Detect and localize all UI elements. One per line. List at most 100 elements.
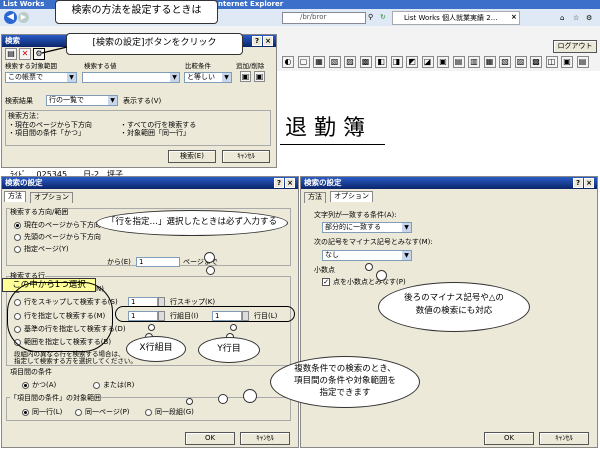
settings-right-cancel-button[interactable]: ｷｬﾝｾﾙ [539, 432, 589, 445]
close-icon[interactable]: × [285, 178, 295, 188]
callout-dot [148, 324, 155, 331]
toolbar-tool-icon[interactable]: ◨ [390, 56, 403, 68]
help-icon[interactable]: ? [573, 178, 583, 188]
toolbar-tool-icon[interactable]: ▣ [437, 56, 449, 68]
toolbar-tool-icon[interactable]: ◫ [545, 56, 558, 68]
toolbar-tool-icon[interactable]: ▢ [297, 56, 310, 68]
callout-pointer [41, 46, 68, 54]
close-icon[interactable]: × [584, 178, 594, 188]
col-compare: 比較条件 [185, 62, 211, 70]
toolbar-tool-icon[interactable]: ▨ [344, 56, 356, 68]
tab-options[interactable]: オプション [30, 192, 73, 203]
callout-dot [376, 270, 387, 281]
radio-cond-or[interactable] [93, 382, 100, 389]
delete-icon[interactable]: ✕ [19, 48, 31, 60]
decimal-check-label: 点を小数点とみなす(P) [333, 278, 406, 286]
new-icon[interactable]: ▤ [5, 48, 17, 60]
cond-group-label: 項目間の条件 [10, 368, 52, 376]
chevron-down-icon: ▼ [170, 73, 179, 82]
help-icon[interactable]: ? [252, 36, 262, 46]
compare-select[interactable]: と等しい ▼ [184, 72, 232, 83]
callout-dot [230, 324, 237, 331]
toolbar-tool-icon[interactable]: ▦ [483, 56, 496, 68]
page-from-label: から(E) [107, 258, 131, 266]
toolbar-tool-icon[interactable]: ▤ [576, 56, 589, 68]
target-select[interactable]: この帳票で ▼ [5, 72, 77, 83]
radio-cond-and[interactable] [22, 382, 29, 389]
callout-x-row: X行組目 [126, 336, 186, 362]
direction-group-label: 検索する方向/範囲 [10, 208, 69, 217]
callout-multi-line: 複数条件での検索のとき、 [294, 364, 396, 374]
settings-right-ok-button[interactable]: OK [484, 432, 534, 445]
result-select[interactable]: 行の一覧で ▼ [46, 95, 118, 106]
direction-current-label: 現在のページから下方向 [24, 221, 101, 229]
scope-column-label: 同一段組(G) [155, 408, 194, 416]
gear-icon[interactable]: ⚙ [586, 14, 592, 23]
settings-left-ok-button[interactable]: OK [185, 432, 235, 445]
minus-select[interactable]: なし ▼ [322, 250, 412, 261]
callout-dot [243, 389, 257, 403]
toolbar-tool-icon[interactable]: ◐ [282, 56, 294, 68]
match-label: 文字列が一致する条件(A): [314, 211, 397, 219]
address-text: /br/bror [300, 13, 327, 21]
match-select[interactable]: 部分的に一致する ▼ [322, 222, 412, 233]
home-icon[interactable]: ⌂ [560, 14, 564, 23]
tab-method[interactable]: 方法 [4, 191, 26, 202]
toolbar-tool-icon[interactable]: ▨ [514, 56, 527, 68]
toolbar-tool-icon[interactable]: ▤ [452, 56, 465, 68]
toolbar-tool-icon[interactable]: ▧ [328, 56, 341, 68]
radio-scope-column[interactable] [145, 409, 152, 416]
col-target: 検索する対象範囲 [5, 62, 57, 70]
method-label: 検索方法： [8, 112, 43, 120]
direction-first-label: 先頭のページから下方向 [24, 233, 101, 241]
document-title-underline [280, 144, 385, 145]
toolbar-tool-icon[interactable]: ▥ [468, 56, 480, 68]
chevron-down-icon: ▼ [67, 73, 76, 82]
toolbar-tool-icon[interactable]: ▩ [530, 56, 542, 68]
radio-scope-page[interactable] [75, 409, 82, 416]
toolbar-tool-icon[interactable]: ▧ [499, 56, 511, 68]
browser-tab-left: List Works [3, 0, 45, 8]
callout-minus: 後ろのマイナス記号や△の 数値の検索にも対応 [378, 282, 530, 332]
callout-dot [186, 398, 193, 405]
callout-dot [365, 263, 373, 271]
tab-method-right[interactable]: 方法 [304, 192, 326, 203]
search-cancel-button[interactable]: ｷｬﾝｾﾙ [222, 150, 270, 163]
toolbar-tool-icon[interactable]: ▣ [561, 56, 573, 68]
direction-page-label: 指定ページ(Y) [24, 245, 69, 253]
value-select[interactable]: ▼ [82, 72, 180, 83]
decimal-label: 小数点 [314, 266, 335, 274]
tab-close-icon[interactable]: × [511, 13, 517, 22]
forward-icon[interactable]: ▶ [18, 12, 29, 23]
scope-page-label: 同一ページ(P) [85, 408, 130, 416]
row-spec-outline [115, 306, 295, 322]
toolbar-tool-icon[interactable]: ▩ [359, 56, 372, 68]
radio-direction-page[interactable] [14, 246, 21, 253]
tab-options-right[interactable]: オプション [330, 191, 373, 202]
close-icon[interactable]: × [263, 36, 273, 46]
browser-tab-label: List Works 個人就業実績 2... [404, 14, 498, 22]
refresh-icon[interactable]: ↻ [380, 13, 386, 22]
remove-row-icon[interactable]: ▣ [254, 71, 265, 82]
toolbar-tool-icon[interactable]: ◧ [375, 56, 387, 68]
callout-top: 検索の方法を設定するときは [55, 0, 218, 24]
col-value: 検索する値 [84, 62, 117, 70]
favorites-icon[interactable]: ☆ [573, 14, 579, 23]
radio-scope-line[interactable] [22, 409, 29, 416]
toolbar-tool-icon[interactable]: ◩ [406, 56, 418, 68]
settings-left-cancel-button[interactable]: ｷｬﾝｾﾙ [240, 432, 290, 445]
page-from-input[interactable]: 1 [136, 257, 180, 267]
search-button[interactable]: 検索(E) [168, 150, 216, 163]
decimal-checkbox[interactable]: ✓ [322, 278, 330, 286]
back-icon[interactable]: ◀ [4, 11, 17, 24]
radio-direction-current[interactable] [14, 222, 21, 229]
help-icon[interactable]: ? [274, 178, 284, 188]
logout-button[interactable]: ログアウト [553, 40, 597, 53]
callout-y-row: Y行目 [198, 337, 260, 363]
search-icon[interactable]: ⚲ [368, 13, 373, 22]
radio-direction-first[interactable] [14, 234, 21, 241]
add-row-icon[interactable]: ▣ [240, 71, 251, 82]
toolbar-tool-icon[interactable]: ◪ [421, 56, 434, 68]
settings-left-titlebar: 検索の設定 ? × [2, 177, 298, 189]
toolbar-tool-icon[interactable]: ▦ [313, 56, 325, 68]
